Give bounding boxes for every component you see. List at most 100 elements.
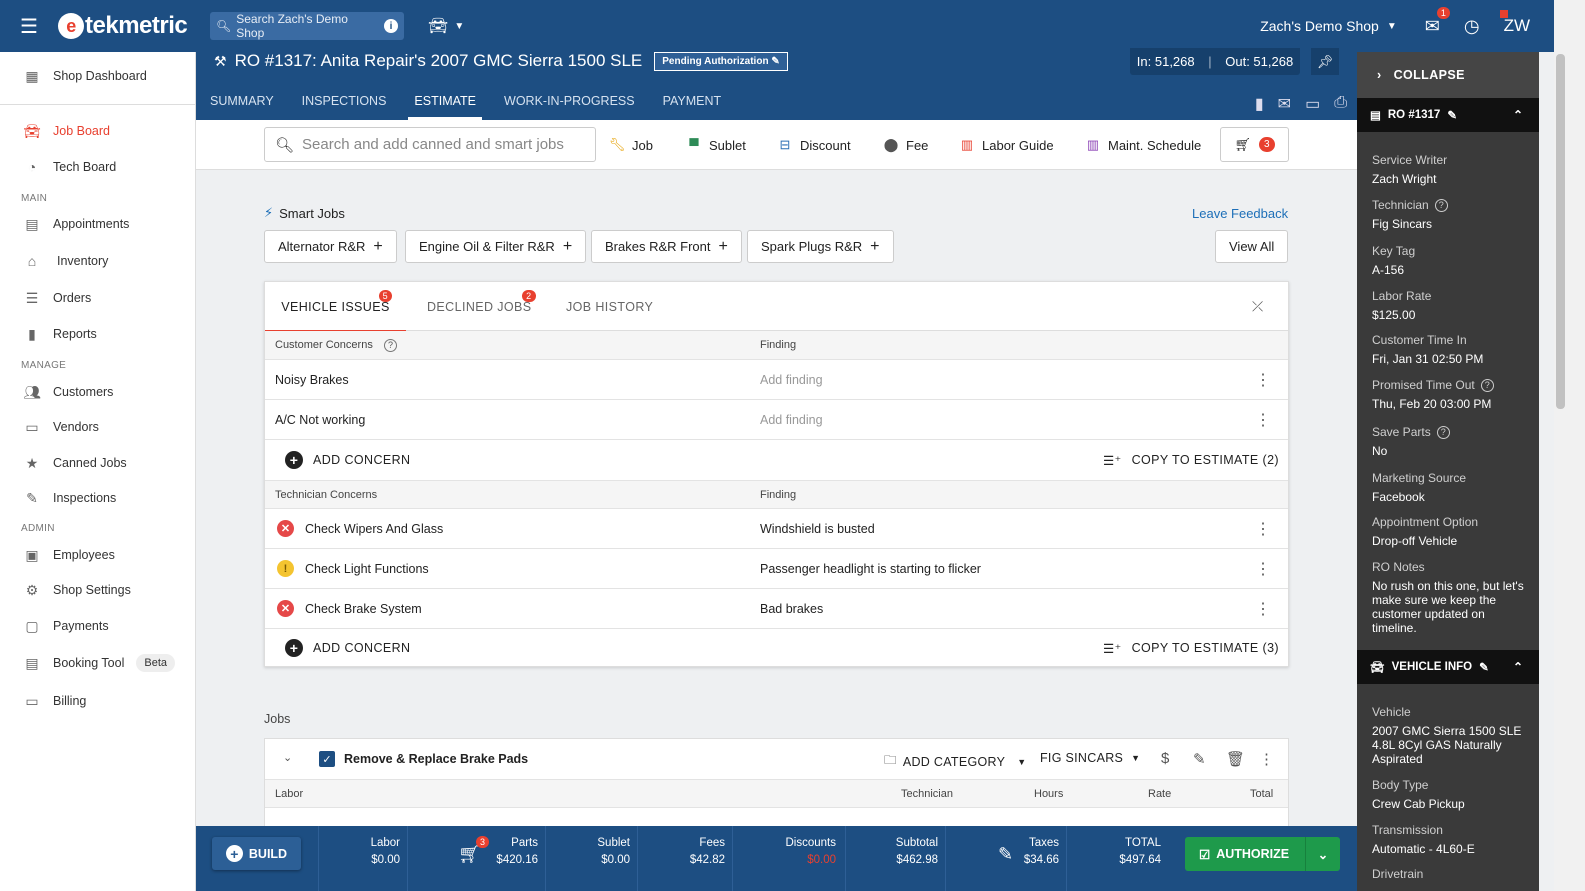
table-row[interactable]: ✕ Check Brake System Bad brakes ⋮ [265,589,1288,629]
add-sublet-button[interactable]: ▀ Sublet [686,120,745,170]
sidebar-item-appointments[interactable]: ▤ Appointments [0,216,196,232]
sidebar-item-billing[interactable]: ▭ Billing [0,693,196,709]
info-icon[interactable]: i [384,19,398,33]
user-avatar[interactable]: ZW [1499,10,1530,36]
edit-icon[interactable]: ✎ [1447,108,1457,122]
collapse-button[interactable]: › COLLAPSE [1357,52,1539,98]
job-checkbox[interactable]: ✓ [319,751,335,767]
chat-icon[interactable]: ✉ [1278,94,1291,114]
chevron-up-icon[interactable]: ⌃ [1513,108,1523,122]
ro-section-header[interactable]: ▤ RO #1317 ✎ ⌃ [1357,98,1539,132]
menu-icon[interactable]: ☰ [0,14,58,39]
labor-guide-button[interactable]: ▥ Labor Guide [959,120,1054,170]
clock-icon[interactable]: ◷ [1464,16,1480,37]
edit-icon[interactable]: ✎ [1479,660,1489,674]
tab-inspections[interactable]: INSPECTIONS [288,90,401,120]
sidebar-item-booking-tool[interactable]: ▤ Booking Tool Beta [0,654,196,672]
help-icon[interactable]: ? [384,338,397,352]
analytics-icon[interactable]: ▮ [1255,94,1264,114]
view-all-button[interactable]: View All [1215,230,1289,263]
authorize-button[interactable]: ☑ AUTHORIZE ⌄ [1185,837,1340,871]
status-red-icon: ✕ [277,520,294,537]
mileage-display[interactable]: In: 51,268 | Out: 51,268 [1130,48,1300,75]
smart-job-chip[interactable]: Brakes R&R Front + [591,230,742,263]
tab-payment[interactable]: PAYMENT [649,90,736,120]
build-button[interactable]: + BUILD [212,837,301,870]
cart-button[interactable]: 🛒︎ 3 [1220,127,1289,162]
tab-summary[interactable]: SUMMARY [196,90,288,120]
sidebar-item-payments[interactable]: ▢ Payments [0,617,196,634]
table-row[interactable]: A/C Not working Add finding ⋮ [265,400,1288,440]
chevron-down-icon[interactable]: ⌄ [1305,837,1340,871]
print-icon[interactable]: ⎙ [1334,94,1347,114]
pin-icon[interactable]: 📌︎ [1311,48,1339,75]
chevron-down-icon[interactable]: ⌄ [283,751,292,764]
tab-estimate[interactable]: ESTIMATE [400,90,490,120]
status-badge[interactable]: Pending Authorization ✎ [654,51,788,71]
tab-declined-jobs[interactable]: DECLINED JOBS 2 [427,282,536,331]
more-icon[interactable]: ⋮ [1255,559,1271,579]
add-customer-concern-button[interactable]: + ADD CONCERN [285,451,410,469]
more-icon[interactable]: ⋮ [1255,370,1271,390]
add-job-button[interactable]: 🔧︎ Job [609,120,653,170]
messages-icon[interactable]: ✉ 1 [1425,6,1450,37]
more-icon[interactable]: ⋮ [1255,519,1271,539]
help-icon[interactable]: ? [1480,378,1494,392]
shop-selector[interactable]: Zach's Demo Shop ▼ [1260,18,1397,34]
sidebar-item-employees[interactable]: ▣ Employees [0,547,196,563]
scrollbar-thumb[interactable] [1556,54,1565,409]
tab-vehicle-issues[interactable]: VEHICLE ISSUES 5 [265,282,406,332]
display-icon[interactable]: ▭ [1305,94,1320,114]
table-row[interactable]: Noisy Brakes Add finding ⋮ [265,360,1288,400]
sidebar-item-reports[interactable]: ▮ Reports [0,326,196,342]
sidebar-item-inventory[interactable]: ⌂ Inventory [0,253,196,269]
add-discount-button[interactable]: ⊟ Discount [777,120,851,170]
add-category-dropdown[interactable]: 🗀︎ ADD CATEGORY ▼ [884,751,1027,772]
maint-schedule-button[interactable]: ▥ Maint. Schedule [1085,120,1201,170]
global-search-input[interactable]: 🔍︎ Search Zach's Demo Shop i [210,12,404,40]
add-technician-concern-button[interactable]: + ADD CONCERN [285,639,410,657]
delete-icon[interactable]: 🗑︎ [1226,750,1245,768]
table-row[interactable]: ! Check Light Functions Passenger headli… [265,549,1288,589]
help-icon[interactable]: ? [1436,425,1450,439]
tab-job-history[interactable]: JOB HISTORY [566,282,653,331]
job-search-input[interactable]: 🔍︎ Search and add canned and smart jobs [264,127,596,162]
smart-job-chip[interactable]: Engine Oil & Filter R&R + [405,230,587,263]
sidebar-item-shop-settings[interactable]: ⚙ Shop Settings [0,582,196,598]
more-icon[interactable]: ⋮ [1255,599,1271,619]
sidebar-item-vendors[interactable]: ▭ Vendors [0,419,196,435]
more-icon[interactable]: ⋮ [1255,410,1271,430]
vehicle-dropdown[interactable]: 🚘︎ ▼ [428,16,464,36]
car-icon: 🚘︎ [1370,662,1385,674]
logo[interactable]: e tekmetric [58,12,210,40]
smart-job-chip[interactable]: Spark Plugs R&R + [747,230,894,263]
car-icon: 🚘︎ [428,18,449,35]
copy-to-estimate-button[interactable]: ☰⁺ COPY TO ESTIMATE (2) [1103,453,1279,468]
tab-work-in-progress[interactable]: WORK-IN-PROGRESS [490,90,649,120]
sidebar-item-inspections[interactable]: ✎ Inspections [0,490,196,506]
sidebar-item-tech-board[interactable]: ◔ Tech Board [0,159,196,175]
price-icon[interactable]: $ [1161,750,1169,767]
cart-badge: 3 [1258,137,1275,152]
chevron-up-icon[interactable]: ⌃ [1513,660,1523,674]
sidebar-item-job-board[interactable]: 🚘︎ Job Board [0,123,196,139]
collapse-icon[interactable]: ⤫ [1252,282,1264,331]
sidebar-item-orders[interactable]: ☰ Orders [0,290,196,306]
page-scrollbar[interactable] [1554,0,1585,891]
edit-icon[interactable]: ✎ [1193,750,1206,768]
table-row[interactable]: ✕ Check Wipers And Glass Windshield is b… [265,509,1288,549]
add-finding-input[interactable]: Add finding [760,413,823,427]
add-fee-button[interactable]: ⬤ Fee [883,120,929,170]
smart-job-chip[interactable]: Alternator R&R + [264,230,397,263]
more-icon[interactable]: ⋮ [1259,750,1274,768]
technician-dropdown[interactable]: FIG SINCARS ▼ [1040,751,1140,765]
add-finding-input[interactable]: Add finding [760,373,823,387]
sidebar-item-customers[interactable]: 👥︎ Customers [0,384,196,400]
sidebar-item-canned-jobs[interactable]: ★ Canned Jobs [0,455,196,471]
copy-to-estimate-button[interactable]: ☰⁺ COPY TO ESTIMATE (3) [1103,641,1279,656]
payment-icon: ▢ [25,617,39,634]
sidebar-item-shop-dashboard[interactable]: ▦ Shop Dashboard [0,68,196,84]
vehicle-section-header[interactable]: 🚘︎ VEHICLE INFO ✎ ⌃ [1357,650,1539,684]
leave-feedback-link[interactable]: Leave Feedback [1192,206,1288,221]
help-icon[interactable]: ? [1434,198,1448,212]
